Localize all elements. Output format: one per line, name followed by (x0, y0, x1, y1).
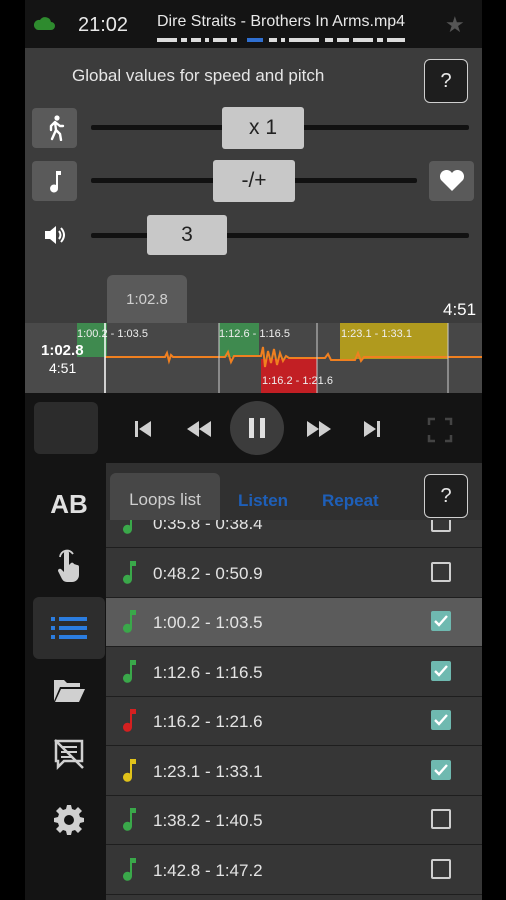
heart-icon (439, 170, 464, 191)
position-bubble: 1:02.8 (107, 275, 187, 323)
check-icon (434, 664, 448, 677)
loop-row[interactable]: 1:16.2 - 1:21.6 (106, 697, 482, 746)
waveform[interactable]: 1:00.2 - 1:03.5 1:12.6 - 1:16.5 1:16.2 -… (25, 323, 482, 393)
speed-button[interactable] (32, 108, 77, 148)
loop-range: 1:38.2 - 1:40.5 (153, 811, 263, 830)
waveform-canvas: 1:00.2 - 1:03.5 1:12.6 - 1:16.5 1:16.2 -… (25, 323, 482, 393)
loop-label-4: 1:23.1 - 1:33.1 (341, 328, 412, 340)
help-button[interactable]: ? (424, 59, 468, 103)
loop-row[interactable]: 1:00.2 - 1:03.5 (106, 598, 482, 647)
ab-loop-button[interactable]: AB (33, 473, 105, 535)
music-note-icon (123, 610, 136, 633)
side-navigation: AB (25, 463, 106, 900)
music-note-icon (123, 560, 136, 584)
music-note-icon (123, 808, 136, 831)
loop-range: 1:16.2 - 1:21.6 (153, 712, 263, 731)
settings-button[interactable] (33, 789, 105, 851)
touch-button[interactable] (33, 535, 105, 597)
favorite-star-icon[interactable]: ★ (445, 12, 465, 38)
fast-forward-icon[interactable] (305, 420, 333, 438)
volume-slider-thumb[interactable]: 3 (147, 215, 227, 255)
global-values-title: Global values for speed and pitch (72, 66, 325, 85)
fullscreen-icon[interactable] (427, 417, 453, 443)
tab-loops-list[interactable]: Loops list (110, 473, 220, 527)
rewind-icon[interactable] (185, 420, 213, 438)
pause-button[interactable] (230, 401, 284, 455)
app-screen: 21:02 Dire Straits - Brothers In Arms.mp… (25, 0, 482, 900)
help-label: ? (440, 69, 452, 92)
music-note-icon (123, 758, 136, 782)
loop-checkbox[interactable] (431, 611, 451, 631)
current-position: 1:02.8 (41, 342, 84, 359)
music-note-icon (49, 171, 61, 193)
pitch-button[interactable] (32, 161, 77, 201)
track-progress-dots (157, 38, 427, 42)
pause-icon (249, 418, 265, 438)
loop-checkbox[interactable] (431, 710, 451, 730)
loop-label-3: 1:16.2 - 1:21.6 (262, 375, 333, 387)
loops-list-nav[interactable] (33, 597, 105, 659)
loop-label-1: 1:00.2 - 1:03.5 (77, 328, 148, 340)
folder-button[interactable] (33, 659, 105, 721)
total-duration: 4:51 (49, 360, 77, 376)
music-note-icon (123, 857, 136, 881)
tab-repeat[interactable]: Repeat (322, 491, 379, 511)
loop-checkbox[interactable] (431, 561, 451, 582)
loop-range: 1:12.6 - 1:16.5 (153, 662, 263, 682)
music-note-icon (123, 659, 136, 683)
check-icon (434, 763, 448, 776)
touch-hand-icon (57, 549, 79, 582)
transport-bar (25, 393, 482, 463)
favorite-heart-button[interactable] (429, 161, 474, 201)
music-note-icon (123, 709, 136, 732)
tab-listen[interactable]: Listen (238, 491, 288, 511)
volume-icon[interactable] (43, 224, 67, 246)
check-icon (434, 714, 448, 726)
pitch-slider-thumb[interactable]: -/+ (213, 160, 295, 202)
loops-list: 0:35.8 - 0:38.4 0:48.2 - 0:50.9 1:00.2 - 1… (106, 520, 482, 900)
loop-row[interactable]: 1:42.8 - 1:47.2 (106, 846, 482, 895)
skip-previous-icon[interactable] (133, 420, 153, 438)
music-note-icon (123, 520, 133, 534)
loop-checkbox[interactable] (431, 520, 451, 532)
loops-help-label: ? (440, 484, 452, 507)
loop-row[interactable]: 1:12.6 - 1:16.5 (106, 648, 482, 697)
skip-next-icon[interactable] (362, 420, 382, 438)
loop-checkbox[interactable] (431, 858, 451, 879)
track-title: Dire Straits - Brothers In Arms.mp4 (157, 13, 406, 30)
comment-off-icon (54, 739, 84, 771)
end-time: 4:51 (443, 300, 477, 319)
loop-row[interactable]: 0:35.8 - 0:38.4 (106, 520, 482, 548)
clock: 21:02 (78, 14, 129, 36)
cloud-icon (33, 17, 55, 30)
loop-label-2: 1:12.6 - 1:16.5 (219, 328, 290, 340)
check-icon (434, 615, 448, 627)
loop-row[interactable]: 1:23.1 - 1:33.1 (106, 747, 482, 796)
lyrics-off-button[interactable] (33, 723, 105, 785)
folder-open-icon (54, 680, 85, 702)
loop-checkbox[interactable] (431, 759, 451, 780)
loops-help-button[interactable]: ? (424, 474, 468, 518)
loop-row[interactable]: 0:48.2 - 0:50.9 (106, 549, 482, 598)
loops-panel: Loops list Listen Repeat ? 0:35.8 - 0:38… (106, 463, 482, 900)
loop-checkbox[interactable] (431, 660, 451, 681)
loop-range: 0:48.2 - 0:50.9 (153, 563, 263, 583)
list-icon (51, 617, 87, 639)
loop-range: 1:00.2 - 1:03.5 (153, 613, 263, 632)
loop-checkbox[interactable] (431, 809, 451, 829)
speed-slider-thumb[interactable]: x 1 (222, 107, 304, 149)
loop-range: 1:42.8 - 1:47.2 (153, 860, 263, 880)
album-art-placeholder[interactable] (34, 402, 98, 454)
loop-range: 1:23.1 - 1:33.1 (153, 761, 263, 781)
loop-range: 0:35.8 - 0:38.4 (153, 520, 263, 533)
loop-row[interactable]: 1:38.2 - 1:40.5 (106, 796, 482, 845)
gear-icon (54, 805, 84, 835)
walking-person-icon (49, 115, 64, 141)
status-bar: 21:02 Dire Straits - Brothers In Arms.mp… (25, 0, 482, 48)
